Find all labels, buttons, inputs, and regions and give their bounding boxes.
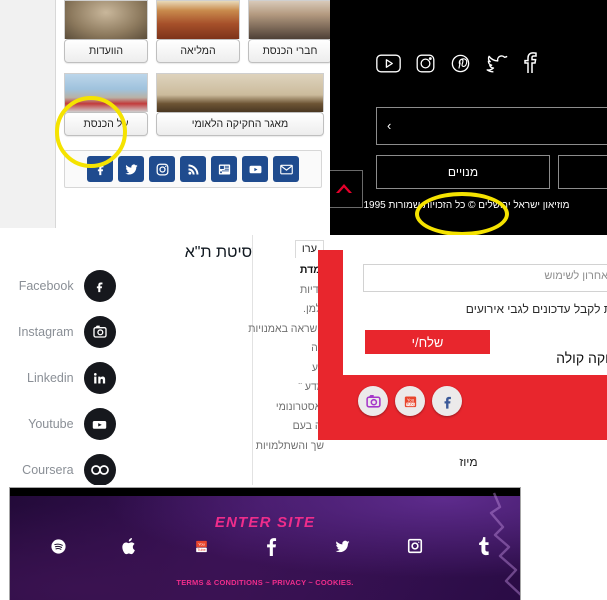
museum-caption: מיוז (459, 455, 478, 469)
enter-site-social-row: You Tube (50, 536, 490, 556)
svg-text:Tube: Tube (197, 548, 206, 552)
tau-social-item-instagram[interactable]: Instagram (18, 309, 116, 355)
tau-social-label: Linkedin (27, 371, 74, 385)
newsletter-icon[interactable] (211, 156, 237, 182)
tau-menu-item[interactable]: ומדת (253, 261, 324, 281)
museum-copyright: מוזיאון ישראל ירושלים © כל הזכויות שמורו… (363, 200, 570, 211)
svg-text:You: You (406, 397, 414, 402)
knesset-tile-legislation-db[interactable]: מאגר החקיקה הלאומי (156, 73, 324, 136)
subscribers-button[interactable]: מנויים (376, 155, 550, 189)
knesset-tile-committees[interactable]: הוועדות (64, 0, 148, 63)
youtube-icon[interactable] (376, 54, 401, 78)
knesset-social-bar (64, 150, 322, 188)
youtube-icon[interactable]: You Tube (193, 538, 210, 555)
annotation-circle-museum-name (415, 192, 509, 235)
svg-text:You: You (198, 542, 204, 546)
instagram-icon[interactable] (149, 156, 175, 182)
knesset-tile-row-top: הוועדות המליאה חברי הכנסת (56, 0, 330, 63)
museum-secondary-button[interactable] (558, 155, 607, 189)
knesset-tile-about[interactable]: על הכנסת (64, 73, 148, 136)
tau-social-label: Instagram (18, 325, 74, 339)
knesset-tile-label[interactable]: מאגר החקיקה הלאומי (156, 112, 324, 136)
instagram-icon[interactable] (358, 386, 388, 416)
tau-social-item-youtube[interactable]: Youtube (18, 401, 116, 447)
pinterest-icon[interactable] (450, 53, 471, 79)
rss-icon[interactable] (180, 156, 206, 182)
twitter-icon[interactable] (118, 156, 144, 182)
coursera-icon[interactable] (83, 454, 116, 485)
newsletter-panel: אחרון לשימוש יינת לקבל עדכונים לגבי אירו… (318, 250, 607, 440)
newsletter-brand: קוקה קולה (556, 350, 607, 366)
email-icon[interactable] (273, 156, 299, 182)
knesset-tile-label[interactable]: חברי הכנסת (248, 39, 330, 63)
spotify-icon[interactable] (50, 538, 67, 555)
tau-menu-item[interactable]: בע (253, 359, 324, 379)
knesset-content: הוועדות המליאה חברי הכנסת על הכנסת מאגר … (55, 0, 330, 228)
newsletter-social-row: You Tube (358, 386, 462, 416)
museum-button-row: מנויים (376, 155, 607, 189)
youtube-icon[interactable]: You Tube (395, 386, 425, 416)
facebook-icon[interactable] (265, 537, 278, 556)
tau-social-label: Facebook (18, 279, 74, 293)
chevron-left-icon: ‹ (387, 118, 392, 133)
newsletter-card: אחרון לשימוש יינת לקבל עדכונים לגבי אירו… (343, 250, 607, 375)
museum-search-field[interactable]: ‹ (376, 107, 607, 145)
tau-menu-item[interactable]: השראה באמנויות (248, 320, 324, 340)
knesset-tile-label[interactable]: המליאה (156, 39, 240, 63)
knesset-tile-members[interactable]: חברי הכנסת (248, 0, 330, 63)
enter-site-terms[interactable]: TERMS & CONDITIONS ~ PRIVACY ~ COOKIES. (10, 578, 520, 587)
instagram-icon[interactable] (415, 53, 436, 79)
tau-menu-item[interactable]: יה בעם (253, 417, 324, 437)
instagram-icon[interactable] (83, 316, 116, 348)
knesset-building-photo (64, 73, 148, 112)
committee-room-photo (64, 0, 148, 39)
twitter-icon[interactable] (485, 53, 509, 79)
knesset-members-photo (248, 0, 330, 39)
tau-social-item-linkedin[interactable]: Linkedin (18, 355, 116, 401)
knesset-tile-label[interactable]: הוועדות (64, 39, 148, 63)
knesset-tile-row-bottom: על הכנסת מאגר החקיקה הלאומי (56, 63, 330, 136)
tau-menu-item[interactable]: מדע ¨ (253, 378, 324, 398)
knesset-left-gutter (0, 0, 56, 228)
newsletter-send-button[interactable]: שלח/י (365, 330, 490, 354)
facebook-icon[interactable] (523, 52, 537, 79)
tau-social-item-coursera[interactable]: Coursera (18, 447, 116, 485)
tau-menu-item[interactable]: וודיות (253, 281, 324, 301)
tau-social-item-facebook[interactable]: Facebook (18, 263, 116, 309)
facebook-icon[interactable] (83, 270, 116, 302)
plenum-hall-photo (156, 0, 240, 39)
svg-text:Tube: Tube (406, 402, 414, 406)
facebook-icon[interactable] (87, 156, 113, 182)
tau-footer-panel: אוניברסיטת ת"א Facebook Instagram Linked… (0, 235, 330, 485)
tau-menu-item[interactable]: ואסטרונומי (253, 398, 324, 418)
instagram-icon[interactable] (407, 538, 423, 554)
apple-icon[interactable] (122, 537, 138, 556)
youtube-icon[interactable] (83, 408, 116, 440)
tau-social-label: Youtube (28, 417, 74, 431)
knesset-tile-plenum[interactable]: המליאה (156, 0, 240, 63)
newsletter-input-placeholder: אחרון לשימוש (544, 270, 607, 282)
youtube-icon[interactable] (242, 156, 268, 182)
tau-menu-item[interactable]: קה (253, 339, 324, 359)
tau-social-list: Facebook Instagram Linkedin Youtube Cour… (18, 263, 116, 485)
twitter-icon[interactable] (333, 538, 352, 555)
knesset-footer-panel: הוועדות המליאה חברי הכנסת על הכנסת מאגר … (0, 0, 331, 228)
knesset-podium-photo (156, 73, 324, 112)
newsletter-email-input[interactable]: אחרון לשימוש (363, 264, 607, 292)
museum-footer-panel: ‹ מנויים מוזיאון ישראל ירושלים © כל הזכו… (330, 0, 607, 235)
enter-site-panel: ENTER SITE You Tube TERMS & CONDITIONS ~ … (10, 488, 520, 600)
tau-social-label: Coursera (22, 463, 74, 477)
tau-menu-item[interactable]: ילמן. (253, 300, 324, 320)
tau-menu-item[interactable]: שך והשתלמויות (253, 437, 324, 457)
chevron-up-icon (336, 184, 352, 193)
museum-social-row (376, 52, 537, 79)
knesset-tile-label[interactable]: על הכנסת (64, 112, 148, 136)
newsletter-note: יינת לקבל עדכונים לגבי אירועים (465, 302, 607, 316)
enter-site-heading[interactable]: ENTER SITE (10, 514, 520, 531)
tumblr-icon[interactable] (478, 536, 490, 556)
facebook-icon[interactable] (432, 386, 462, 416)
linkedin-icon[interactable] (83, 362, 116, 394)
